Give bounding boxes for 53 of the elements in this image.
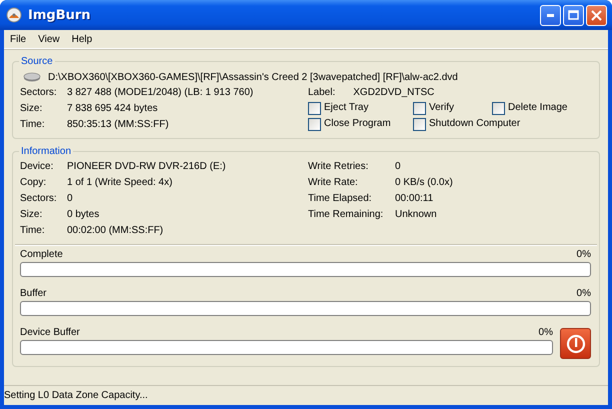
window-title: ImgBurn <box>28 8 92 22</box>
field-value: 0 bytes <box>67 208 100 222</box>
maximize-icon <box>568 10 579 20</box>
field-value: 0 KB/s (0.0x) <box>395 176 454 190</box>
checkbox-option[interactable]: Shutdown Computer <box>413 116 520 132</box>
status-text: Setting L0 Data Zone Capacity... <box>4 390 148 401</box>
maximize-button[interactable] <box>563 4 584 26</box>
stop-button[interactable] <box>560 328 591 359</box>
field-value: 00:02:00 (MM:SS:FF) <box>67 224 164 238</box>
image-path: D:\XBOX360\[XBOX360-GAMES]\[RF]\Assassin's Creed 2 [3wavepatched] [RF]\alw-ac2.dvd <box>48 72 458 82</box>
field-label: Device: <box>20 160 54 174</box>
field-label: Time: <box>20 118 46 132</box>
menu-item[interactable]: View <box>32 34 66 44</box>
field-value: 0 <box>395 160 402 174</box>
field-label: Size: <box>20 208 44 222</box>
close-button[interactable] <box>586 4 607 26</box>
field-label: Label: <box>308 86 336 100</box>
field-value: 3 827 488 (MODE1/2048) (LB: 1 913 760) <box>67 86 254 100</box>
field-label: Time Elapsed: <box>308 192 373 206</box>
minimize-button[interactable] <box>540 4 561 26</box>
field-label: Time Remaining: <box>308 208 384 222</box>
field-value: 00:00:11 <box>395 192 434 206</box>
menu-item[interactable]: Help <box>66 34 98 44</box>
field-value: 7 838 695 424 bytes <box>67 102 159 116</box>
field-label: Copy: <box>20 176 48 190</box>
progress-reading: 0% <box>576 248 591 262</box>
field-label: Time: <box>20 224 46 238</box>
field-value: XGD2DVD_NTSC <box>353 86 434 100</box>
field-value: 1 of 1 (Write Speed: 4x) <box>67 176 174 190</box>
field-value: Unknown <box>395 208 438 222</box>
field-label: Sectors: <box>20 192 58 206</box>
disc-drive-icon <box>23 72 41 82</box>
checkbox-option[interactable]: Delete Image <box>492 100 568 116</box>
field-label: Write Retries: <box>308 160 370 174</box>
menu-item[interactable]: File <box>4 34 32 44</box>
checkbox-option[interactable]: Verify <box>413 100 492 116</box>
power-icon <box>566 334 586 354</box>
app-logo-icon <box>6 7 22 23</box>
field-label: Sectors: <box>20 86 58 100</box>
progress-reading: 0% <box>576 287 591 301</box>
checkbox-option[interactable]: Close Program <box>308 116 413 132</box>
field-value: 0 <box>67 192 74 206</box>
field-value: 850:35:13 (MM:SS:FF) <box>67 118 170 132</box>
progress-label: Complete <box>20 248 63 262</box>
minimize-icon <box>546 14 554 16</box>
progress-label: Buffer <box>20 287 46 301</box>
close-icon <box>591 10 602 20</box>
field-label: Write Rate: <box>308 176 359 190</box>
progress-label: Device Buffer <box>20 326 80 340</box>
field-value: PIONEER DVD-RW DVR-216D (E:) <box>67 160 227 174</box>
checkbox-option[interactable]: Eject Tray <box>308 100 413 116</box>
progress-reading: 0% <box>538 326 553 340</box>
field-label: Size: <box>20 102 44 116</box>
